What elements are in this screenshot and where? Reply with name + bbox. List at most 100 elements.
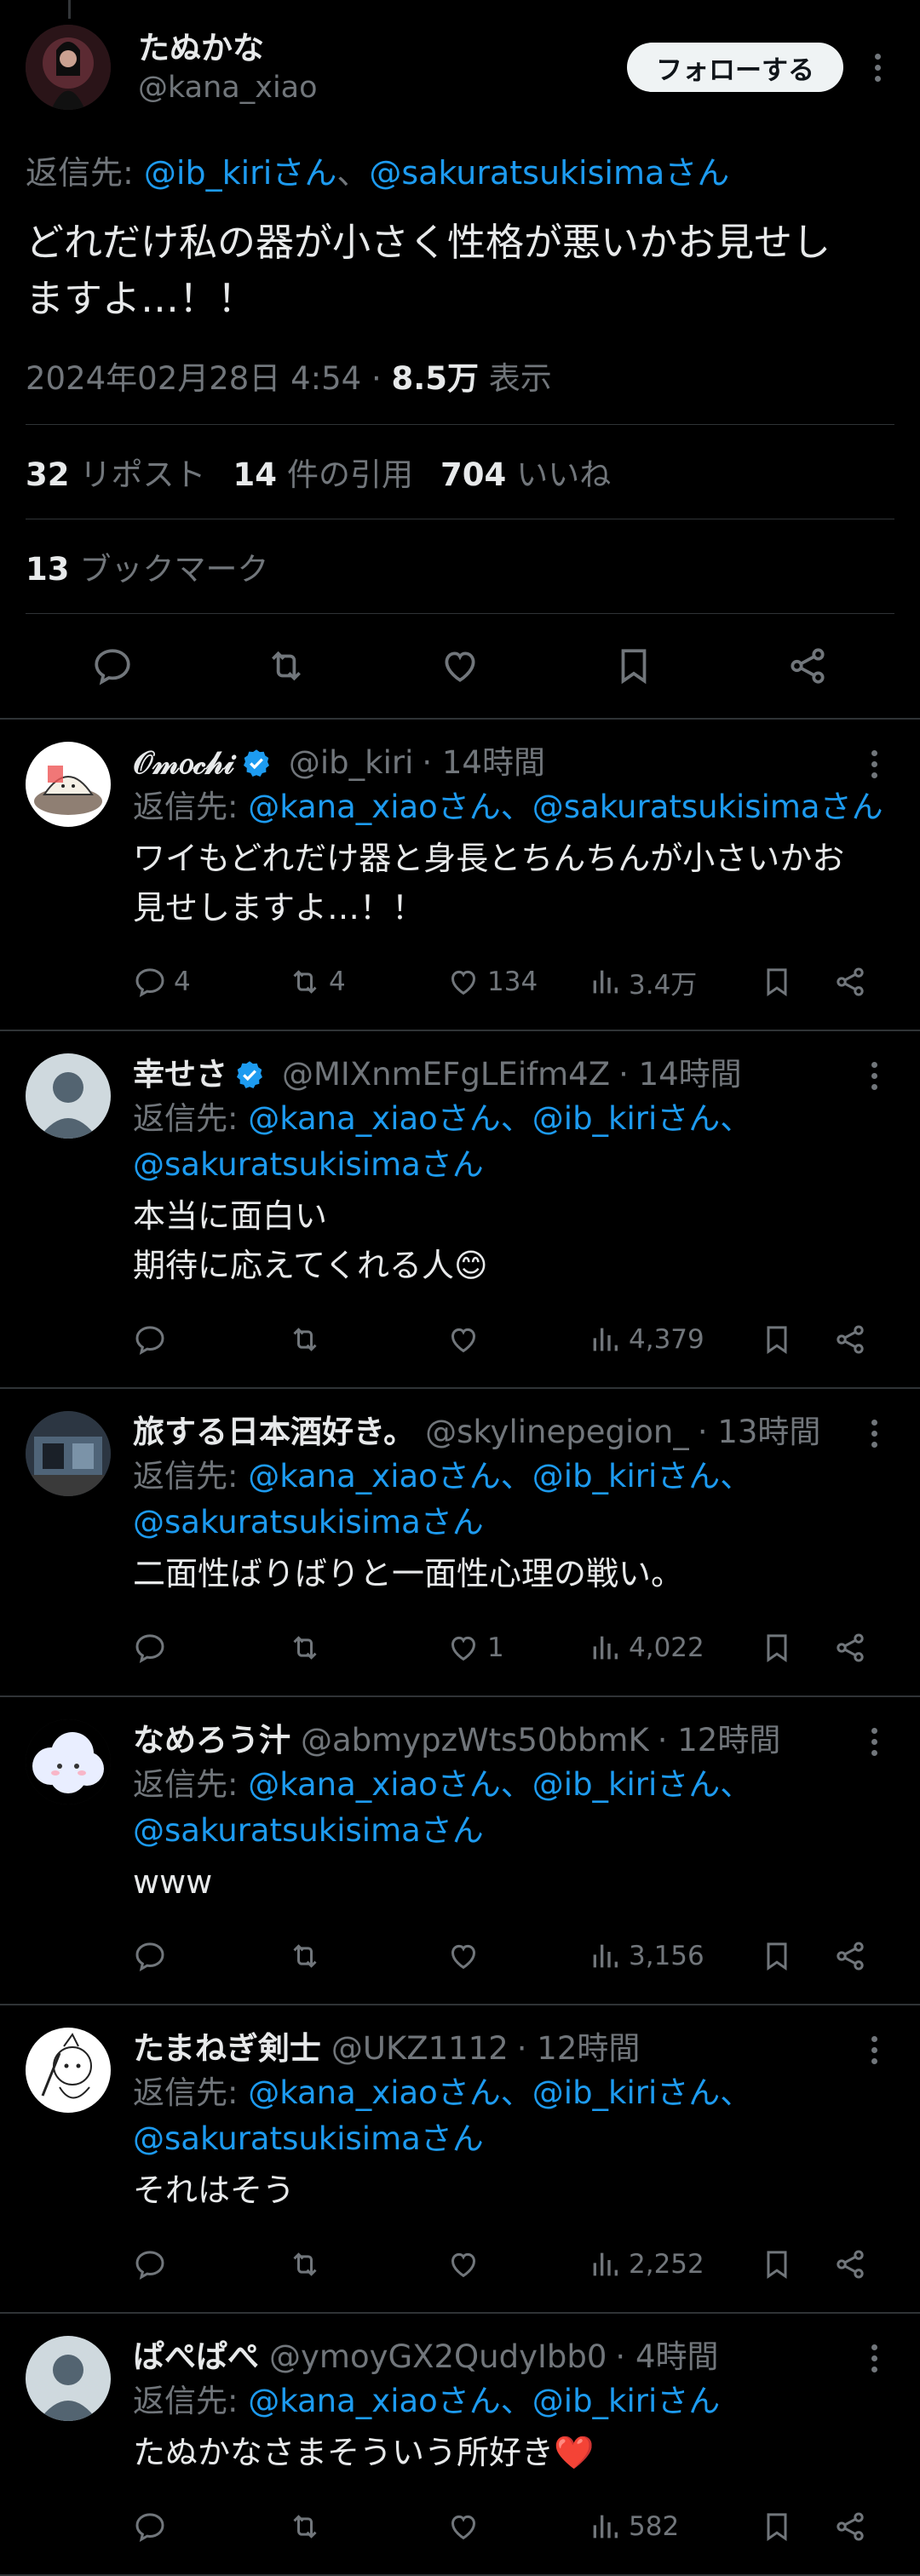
views-button[interactable]: 4,379 — [588, 1322, 760, 1357]
more-icon[interactable] — [857, 1728, 891, 1756]
views-button[interactable]: 582 — [588, 2510, 760, 2544]
share-button[interactable] — [833, 1631, 867, 1665]
view-count: 582 — [629, 2511, 680, 2542]
bookmark-button[interactable] — [760, 2247, 833, 2281]
views-button[interactable]: 3.4万 — [588, 963, 760, 1001]
reply-button[interactable]: 4 — [133, 965, 288, 999]
retweet-button[interactable] — [288, 1631, 446, 1665]
more-icon[interactable] — [857, 1062, 891, 1090]
tweet-timestamp[interactable]: 2024年02月28日 4:54 — [26, 360, 361, 397]
reply-author-handle[interactable]: @MIXnmEFgLEifm4Z — [282, 1053, 610, 1096]
reply-timestamp[interactable]: · 12時間 — [658, 1719, 781, 1762]
tweet-meta: 2024年02月28日 4:54 · 8.5万 表示 — [26, 360, 552, 397]
quote-stat[interactable]: 14 件の引用 — [233, 449, 414, 495]
reply-tweet[interactable]: 旅する日本酒好き。 @skylinepegion_ · 13時間 返信先: @k… — [0, 1389, 920, 1697]
reply-button[interactable] — [133, 1631, 288, 1665]
reply-author-handle[interactable]: @ib_kiri — [289, 742, 413, 784]
author-handle[interactable]: @kana_xiao — [138, 69, 627, 106]
views-button[interactable]: 3,156 — [588, 1939, 760, 1973]
reply-author-handle[interactable]: @skylinepegion_ — [425, 1411, 689, 1454]
reply-avatar[interactable] — [26, 742, 111, 827]
reply-action-bar: 4,379 — [133, 1297, 894, 1382]
reply-tweet[interactable]: なめろう汁 @abmypzWts50bbmK · 12時間 返信先: @kana… — [0, 1697, 920, 2005]
reply-avatar[interactable] — [26, 1719, 111, 1804]
like-button[interactable]: 1 — [446, 1631, 588, 1665]
more-icon[interactable] — [857, 1420, 891, 1448]
reply-timestamp[interactable]: · 4時間 — [615, 2336, 718, 2378]
reply-to-mention[interactable]: @kana_xiaoさん、@ib_kiriさん — [248, 2383, 720, 2419]
reply-to-mention[interactable]: @ib_kiriさん — [144, 154, 336, 192]
retweet-button[interactable] — [288, 2247, 446, 2281]
retweet-button[interactable]: 4 — [288, 965, 446, 999]
reply-button[interactable] — [133, 2247, 288, 2281]
reply-avatar[interactable] — [26, 2336, 111, 2421]
bookmark-button[interactable] — [760, 1939, 833, 1973]
heart-icon[interactable] — [439, 645, 481, 687]
reply-author-name[interactable]: 𝒪𝓂𝑜𝒸𝒽𝒾 — [133, 742, 234, 784]
more-icon[interactable] — [857, 2036, 891, 2064]
reply-author-name[interactable]: なめろう汁 — [133, 1719, 290, 1762]
reply-button[interactable] — [133, 2510, 288, 2544]
retweet-button[interactable] — [288, 2510, 446, 2544]
share-button[interactable] — [833, 2247, 867, 2281]
reply-author-name[interactable]: 旅する日本酒好き。 — [133, 1411, 415, 1454]
reply-timestamp[interactable]: · 13時間 — [698, 1411, 821, 1454]
share-icon — [837, 967, 864, 996]
like-button[interactable] — [446, 1322, 588, 1357]
reply-button[interactable] — [133, 1939, 288, 1973]
author-name[interactable]: たぬかな — [138, 28, 627, 69]
like-button[interactable] — [446, 2510, 588, 2544]
reply-text: それはそう — [133, 2172, 296, 2209]
reply-tweet[interactable]: 𝒪𝓂𝑜𝒸𝒽𝒾 @ib_kiri · 14時間 返信先: @kana_xiaoさん… — [0, 720, 920, 1031]
like-button[interactable]: 134 — [446, 965, 588, 999]
reply-to-mention[interactable]: @sakuratsukisimaさん — [369, 154, 729, 192]
more-icon[interactable] — [857, 2344, 891, 2372]
share-button[interactable] — [833, 1322, 867, 1357]
bookmark-stat[interactable]: 13 ブックマーク — [26, 543, 269, 589]
reply-timestamp[interactable]: · 14時間 — [618, 1053, 742, 1096]
bookmark-icon[interactable] — [612, 645, 655, 687]
reply-avatar[interactable] — [26, 1053, 111, 1139]
reply-icon[interactable] — [91, 645, 134, 687]
bookmark-button[interactable] — [760, 2510, 833, 2544]
reply-timestamp[interactable]: · 14時間 — [422, 742, 545, 784]
author-avatar[interactable] — [26, 25, 111, 110]
reply-to-mention[interactable]: @kana_xiaoさん、@sakuratsukisimaさん — [248, 789, 883, 825]
more-icon[interactable] — [857, 750, 891, 778]
reply-author-name[interactable]: ぱぺぱぺ — [133, 2336, 259, 2378]
reply-author-handle[interactable]: @ymoyGX2QudyIbb0 — [269, 2336, 607, 2378]
like-stat[interactable]: 704 いいね — [440, 449, 611, 495]
share-button[interactable] — [833, 1939, 867, 1973]
share-icon[interactable] — [786, 645, 829, 687]
views-button[interactable]: 4,022 — [588, 1631, 760, 1665]
like-button[interactable] — [446, 2247, 588, 2281]
share-icon — [837, 1942, 864, 1971]
share-button[interactable] — [833, 965, 867, 999]
heart-icon — [451, 2515, 476, 2540]
reply-tweet[interactable]: 幸せさ @MIXnmEFgLEifm4Z · 14時間 返信先: @kana_x… — [0, 1031, 920, 1389]
more-icon[interactable] — [860, 53, 894, 82]
reply-author-handle[interactable]: @abmypzWts50bbmK — [301, 1719, 649, 1762]
views-chart-icon — [593, 2515, 618, 2539]
reply-avatar[interactable] — [26, 1411, 111, 1496]
retweet-button[interactable] — [288, 1939, 446, 1973]
bookmark-button[interactable] — [760, 965, 833, 999]
bookmark-button[interactable] — [760, 1631, 833, 1665]
reply-button[interactable] — [133, 1322, 288, 1357]
reply-author-handle[interactable]: @UKZ1112 — [331, 2028, 509, 2070]
reply-avatar[interactable] — [26, 2028, 111, 2113]
reply-tweet[interactable]: たまねぎ剣士 @UKZ1112 · 12時間 返信先: @kana_xiaoさん… — [0, 2005, 920, 2314]
repost-stat[interactable]: 32 リポスト — [26, 449, 206, 495]
reply-author-name[interactable]: 幸せさ — [133, 1053, 227, 1096]
reply-timestamp[interactable]: · 12時間 — [517, 2028, 641, 2070]
retweet-icon — [293, 970, 317, 994]
retweet-icon[interactable] — [265, 645, 308, 687]
retweet-button[interactable] — [288, 1322, 446, 1357]
bookmark-button[interactable] — [760, 1322, 833, 1357]
views-button[interactable]: 2,252 — [588, 2247, 760, 2281]
like-button[interactable] — [446, 1939, 588, 1973]
reply-author-name[interactable]: たまねぎ剣士 — [133, 2028, 321, 2070]
follow-button[interactable]: フォローする — [627, 43, 843, 92]
reply-tweet[interactable]: ぱぺぱぺ @ymoyGX2QudyIbb0 · 4時間 返信先: @kana_x… — [0, 2314, 920, 2576]
share-button[interactable] — [833, 2510, 867, 2544]
